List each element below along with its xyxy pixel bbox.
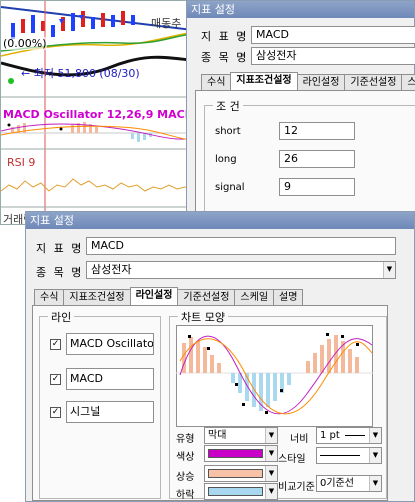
chevron-down-icon[interactable]: ▼ xyxy=(383,262,395,278)
signal-input[interactable]: 9 xyxy=(279,178,355,196)
item-name-label: 종 목 명 xyxy=(201,51,249,64)
rise-color-select[interactable]: ▼ xyxy=(204,465,278,482)
style-label: 스타일 xyxy=(278,454,306,465)
line-name-box[interactable]: MACD xyxy=(66,368,154,390)
dialog-title-bar[interactable]: 지표 설정 xyxy=(187,1,414,18)
color-label: 색상 xyxy=(176,452,195,463)
condition-group: 조 건 short 12 long 26 signal 9 xyxy=(204,98,415,217)
tab-line-settings[interactable]: 라인설정 xyxy=(296,74,346,90)
rsi-legend-label: RSI 9 xyxy=(7,156,36,169)
chart-top-label: 매동추 xyxy=(151,17,182,30)
dialog-tabs: 수식 지표조건설정 라인설정 기준선설정 스 xyxy=(201,72,415,90)
tab-line-settings[interactable]: 라인설정 xyxy=(129,287,179,305)
dialog-title: 지표 설정 xyxy=(30,214,74,227)
buy-signal-marker xyxy=(8,78,14,84)
tab-baseline-settings[interactable]: 기준선설정 xyxy=(344,74,403,90)
chevron-down-icon[interactable]: ▼ xyxy=(369,448,381,463)
line-checkbox-macd[interactable]: ✓ xyxy=(50,373,61,385)
macd-legend-label: MACD Oscillator 12,26,9 MACD xyxy=(3,108,194,121)
chart-shape-preview xyxy=(176,325,373,427)
macd-panel xyxy=(1,122,199,142)
indicator-name-label: 지 표 명 xyxy=(201,30,249,43)
line-width-preview xyxy=(345,434,365,436)
color-swatch xyxy=(208,449,263,458)
item-name-select[interactable]: 삼성전자 ▼ xyxy=(86,261,396,279)
line-item[interactable]: ✓ MACD xyxy=(50,368,154,390)
chevron-down-icon[interactable]: ▼ xyxy=(265,428,277,443)
condition-panel: 조 건 short 12 long 26 signal 9 xyxy=(195,90,415,217)
style-select[interactable]: ▼ xyxy=(316,447,382,464)
type-label: 유형 xyxy=(176,434,195,445)
long-input[interactable]: 26 xyxy=(279,150,355,168)
indicator-name-label: 지 표 명 xyxy=(36,242,84,255)
chevron-down-icon[interactable]: ▼ xyxy=(265,466,277,481)
fall-color-swatch xyxy=(208,487,263,496)
item-name-field[interactable]: 삼성전자 xyxy=(251,47,415,65)
color-select[interactable]: ▼ xyxy=(204,445,278,462)
width-select[interactable]: 1 pt ▼ xyxy=(316,427,382,444)
width-label: 너비 xyxy=(290,434,309,445)
stock-chart-background: 매동추 (0.00%) ← 최저 51,800 (08/30) MACD Osc… xyxy=(0,0,200,225)
line-checkbox-macd-oscillator[interactable]: ✓ xyxy=(50,338,61,350)
tab-condition-settings[interactable]: 지표조건설정 xyxy=(230,72,298,90)
fall-color-select[interactable]: ▼ xyxy=(204,483,278,500)
indicator-settings-dialog-lines: 지표 설정 지 표 명 MACD 종 목 명 삼성전자 ▼ 수식 지표조건설정 … xyxy=(25,211,415,502)
indicator-settings-dialog-conditions: 지표 설정 지 표 명 MACD 종 목 명 삼성전자 수식 지표조건설정 라인… xyxy=(186,0,415,217)
rise-color-swatch xyxy=(208,469,263,478)
tab-scale[interactable]: 스 xyxy=(401,74,415,90)
line-style-preview xyxy=(320,454,360,456)
tab-description[interactable]: 설명 xyxy=(273,289,304,305)
chevron-down-icon[interactable]: ▼ xyxy=(369,476,381,491)
line-item[interactable]: ✓ 시그널 xyxy=(50,401,154,423)
compare-baseline-label: 비교기준 xyxy=(278,482,315,493)
tab-condition-settings[interactable]: 지표조건설정 xyxy=(63,289,131,305)
tab-scale[interactable]: 스케일 xyxy=(234,289,275,305)
line-checkbox-signal[interactable]: ✓ xyxy=(50,406,61,418)
dialog-tabs: 수식 지표조건설정 라인설정 기준선설정 스케일 설명 xyxy=(34,287,304,305)
line-name-box[interactable]: MACD Oscillator 1 xyxy=(66,333,154,355)
rsi-line xyxy=(1,178,194,192)
lowest-price-label: ← 최저 51,800 (08/30) xyxy=(21,67,140,80)
dialog-title: 지표 설정 xyxy=(191,3,235,16)
line-group-title: 라인 xyxy=(48,309,75,325)
fall-label: 하락 xyxy=(176,490,195,501)
short-input[interactable]: 12 xyxy=(279,122,355,140)
rise-label: 상승 xyxy=(176,472,195,483)
compare-baseline-select[interactable]: 0기준선 ▼ xyxy=(316,475,382,492)
line-settings-panel: 라인 ✓ MACD Oscillator 1 ✓ MACD ✓ 시그널 차트 모… xyxy=(32,305,388,501)
tab-formula[interactable]: 수식 xyxy=(201,74,232,90)
short-label: short xyxy=(215,126,241,137)
line-item[interactable]: ✓ MACD Oscillator 1 xyxy=(50,333,154,355)
line-group: 라인 ✓ MACD Oscillator 1 ✓ MACD ✓ 시그널 xyxy=(39,309,161,499)
type-select[interactable]: 막대 ▼ xyxy=(204,427,278,444)
chart-shape-group-title: 차트 모양 xyxy=(178,309,228,325)
long-label: long xyxy=(215,154,237,165)
condition-group-title: 조 건 xyxy=(213,98,243,114)
dialog-title-bar[interactable]: 지표 설정 xyxy=(26,212,414,229)
chevron-down-icon[interactable]: ▼ xyxy=(265,446,277,461)
indicator-name-field[interactable]: MACD xyxy=(251,26,415,44)
chevron-down-icon[interactable]: ▼ xyxy=(265,484,277,499)
tab-formula[interactable]: 수식 xyxy=(34,289,65,305)
tab-baseline-settings[interactable]: 기준선설정 xyxy=(177,289,236,305)
line-name-box[interactable]: 시그널 xyxy=(66,401,154,423)
signal-label: signal xyxy=(215,182,245,193)
indicator-name-field[interactable]: MACD xyxy=(86,237,396,255)
item-name-label: 종 목 명 xyxy=(36,266,84,279)
chart-shape-group: 차트 모양 유형 막대 ▼ 색상 ▼ 상승 ▼ 하락 ▼ 너비 1 pt ▼ 스… xyxy=(169,309,387,501)
price-change-label: (0.00%) xyxy=(3,37,47,50)
chevron-down-icon[interactable]: ▼ xyxy=(369,428,381,443)
